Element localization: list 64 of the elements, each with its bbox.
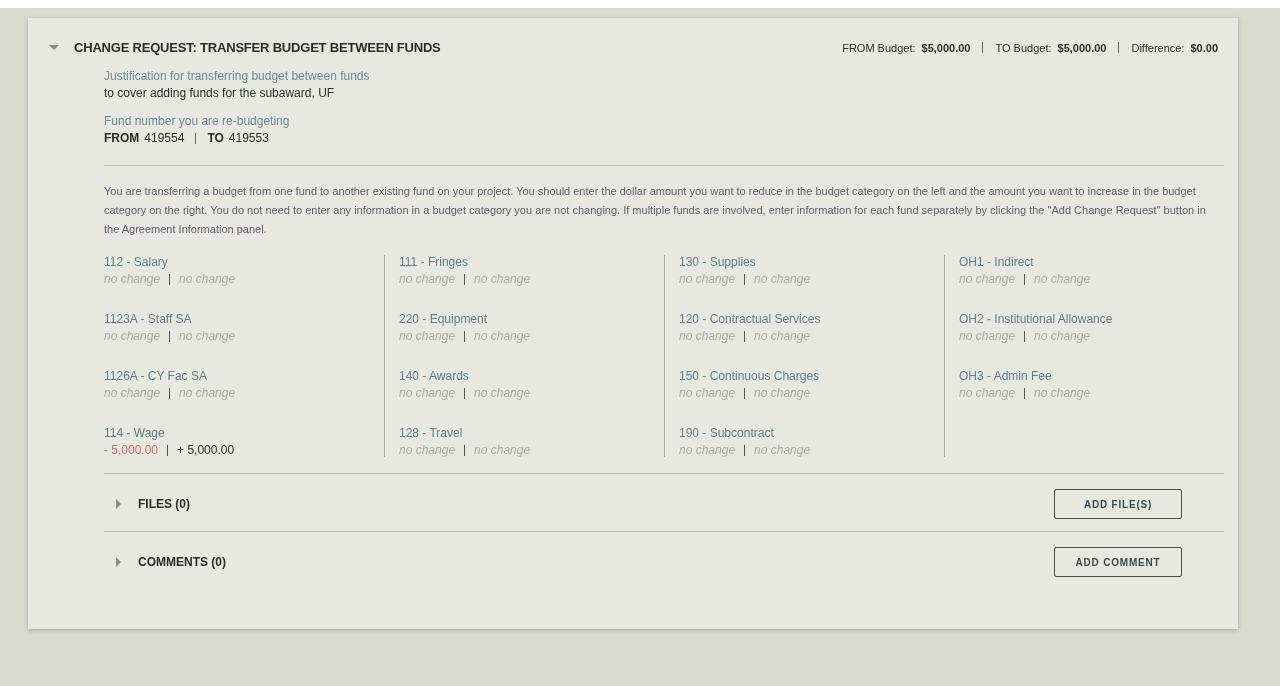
instructions-text: You are transferring a budget from one fund to another existing fund on your project. You should enter the dollar amount you want to reduce in the budget category on the left and the amount you want to increase in the budget category on the right. You do not need to enter any information in a budget category you are not changing. If multiple funds are involved, enter information for each fund separately by clicking the "Add Change Request" button in the Agreement Information panel. <box>104 184 1207 237</box>
from-amount: no change <box>399 329 456 343</box>
budget-category: OH3 - Admin Fee <box>959 369 1053 383</box>
fund-number: 419553 <box>228 131 269 145</box>
to-amount: no change <box>1034 272 1091 286</box>
to-amount: no change <box>474 386 531 400</box>
budget-category: OH1 - Indirect <box>959 255 1035 269</box>
field-label: Fund number you are re-budgeting <box>104 114 291 128</box>
section-title[interactable]: COMMENTS (0) <box>138 555 226 569</box>
budget-category: 190 - Subcontract <box>679 426 775 440</box>
to-amount: no change <box>1034 329 1091 343</box>
fund-number: 419554 <box>144 131 185 145</box>
from-amount: no change <box>679 386 736 400</box>
add-button[interactable]: ADD FILE(S) <box>1054 489 1182 519</box>
budget-category: 120 - Contractual Services <box>679 312 822 326</box>
fund-label: FROM <box>104 131 140 145</box>
from-amount: no change <box>959 386 1016 400</box>
summary-value: $5,000.00 <box>1057 41 1107 54</box>
from-amount: no change <box>399 443 456 457</box>
budget-category: 111 - Fringes <box>399 255 469 269</box>
from-amount: no change <box>104 329 161 343</box>
budget-category: 112 - Salary <box>104 255 169 269</box>
budget-category: 128 - Travel <box>399 426 464 440</box>
summary-value: $5,000.00 <box>921 41 971 54</box>
from-amount: no change <box>959 329 1016 343</box>
from-amount: no change <box>679 443 736 457</box>
summary-label: TO Budget: <box>995 41 1052 54</box>
field-label: Justification for transferring budget between funds <box>104 69 371 83</box>
to-amount: no change <box>474 443 531 457</box>
to-amount: no change <box>179 386 236 400</box>
budget-category: 1126A - CY Fac SA <box>104 369 208 383</box>
from-amount: no change <box>104 272 161 286</box>
budget-category: 150 - Continuous Charges <box>679 369 821 383</box>
to-amount: no change <box>1034 386 1091 400</box>
to-amount: no change <box>754 272 811 286</box>
budget-category: 1123A - Staff SA <box>104 312 193 326</box>
budget-category: 114 - Wage <box>104 426 166 440</box>
to-amount: no change <box>474 329 531 343</box>
to-amount: no change <box>754 443 811 457</box>
summary-value: $0.00 <box>1190 41 1218 54</box>
field-value: to cover adding funds for the subaward, UF <box>104 86 336 100</box>
budget-category: 220 - Equipment <box>399 312 489 326</box>
to-amount: no change <box>474 272 531 286</box>
add-button[interactable]: ADD COMMENT <box>1054 547 1182 577</box>
budget-category: OH2 - Institutional Allowance <box>959 312 1114 326</box>
from-amount: - 5,000.00 <box>104 443 159 457</box>
from-amount: no change <box>959 272 1016 286</box>
fund-label: TO <box>207 131 224 145</box>
to-amount: + 5,000.00 <box>177 443 235 457</box>
from-amount: no change <box>399 272 456 286</box>
from-amount: no change <box>104 386 161 400</box>
budget-category: 130 - Supplies <box>679 255 757 269</box>
summary-label: Difference: <box>1131 41 1185 54</box>
to-amount: no change <box>179 272 236 286</box>
from-amount: no change <box>399 386 456 400</box>
from-amount: no change <box>679 272 736 286</box>
to-amount: no change <box>754 386 811 400</box>
to-amount: no change <box>179 329 236 343</box>
summary-label: FROM Budget: <box>842 41 916 54</box>
section-title[interactable]: FILES (0) <box>138 497 190 511</box>
from-amount: no change <box>679 329 736 343</box>
panel-title[interactable]: CHANGE REQUEST: TRANSFER BUDGET BETWEEN FUNDS <box>74 40 441 55</box>
to-amount: no change <box>754 329 811 343</box>
budget-category: 140 - Awards <box>399 369 470 383</box>
